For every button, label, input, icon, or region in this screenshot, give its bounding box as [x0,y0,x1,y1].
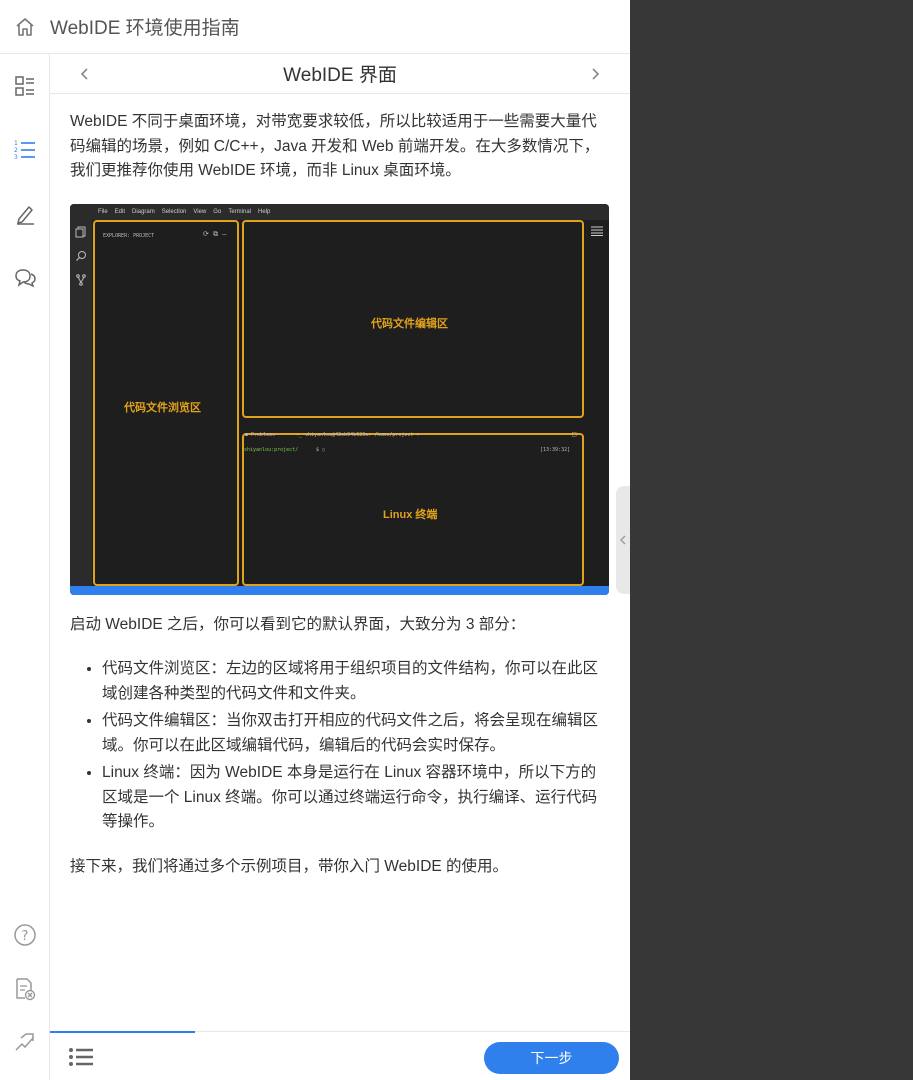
intro-paragraph: WebIDE 不同于桌面环境，对带宽要求较低，所以比较适用于一些需要大量代码编辑… [70,113,600,179]
exit-button[interactable] [0,1022,50,1062]
list-item: 代码文件编辑区：当你双击打开相应的代码文件之后，将会呈现在编辑区域。你可以在此区… [102,709,610,758]
outline-icon [591,226,603,236]
chevron-left-icon [80,67,88,80]
webide-screenshot: File Edit Diagram Selection View Go Term… [70,203,609,595]
list-item: 代码文件浏览区：左边的区域将用于组织项目的文件结构，你可以在此区域创建各种类型的… [102,657,610,706]
svg-text:2: 2 [14,147,18,154]
next-chapter-button[interactable] [560,54,630,94]
editor-zone-label: 代码文件编辑区 [371,317,448,330]
menu-item: Selection [161,208,187,215]
chapter-title: WebIDE 界面 [283,65,397,86]
menu-item: View [193,208,207,215]
source-control-icon [76,273,86,286]
chapter-bar: WebIDE 界面 [50,54,630,94]
lesson-content: WebIDE 不同于桌面环境，对带宽要求较低，所以比较适用于一些需要大量代码编辑… [70,110,610,899]
home-icon [16,17,34,36]
svg-text:1: 1 [14,140,18,147]
status-counts: ⊗0 ⚠0 [74,587,89,595]
chevron-left-icon [620,535,626,545]
menu-item: Go [213,208,222,215]
terminal-time: [13:39:32] [540,446,571,453]
exit-icon [15,1033,34,1051]
files-icon [75,226,86,237]
next-step-button[interactable]: 下一步 [484,1042,619,1074]
status-icons: 🔔 ▢ [584,587,596,595]
search-icon [76,250,86,261]
help-icon: ? [14,924,36,946]
toc-list-icon [69,1048,93,1066]
comments-icon [15,269,36,288]
contents-button[interactable] [0,66,50,106]
contents-icon [15,76,34,96]
menu-item: Diagram [132,208,155,215]
menu-item: Edit [114,208,126,215]
left-rail: 1 2 3 ? [0,54,50,1080]
top-header: WebIDE 环境使用指南 [0,0,630,54]
home-button[interactable] [0,0,50,54]
notes-button[interactable] [0,194,50,234]
report-button[interactable] [0,969,50,1009]
collapse-panel-handle[interactable] [616,486,630,594]
terminal-prompt-user: shiyanlou:project/ [244,446,299,453]
terminal-tab: ›_ shiyanlou@42eb94b623e: /home/project … [296,431,420,438]
outro-paragraph: 接下来，我们将通过多个示例项目，带你入门 WebIDE 的使用。 [70,857,509,875]
report-icon [16,978,36,1001]
svg-text:?: ? [22,929,29,944]
toc-button[interactable] [68,1046,96,1070]
menu-item: Terminal [228,208,251,215]
terminal-zone-label: Linux 终端 [383,508,438,521]
help-button[interactable]: ? [0,915,50,955]
menu-item: File [98,208,108,215]
terminal-prompt-symbol: $ ▯ [316,446,326,453]
list-item: Linux 终端：因为 WebIDE 本身是运行在 Linux 容器环境中，所以… [102,761,610,835]
guide-panel: WebIDE 环境使用指南 1 2 3 ? WebIDE 界面 WebIDE 不… [0,0,630,1080]
maximize-panel-icon: □ [572,429,577,438]
figure-activity-bar [70,219,92,586]
steps-button[interactable]: 1 2 3 [0,130,50,170]
numbered-list-icon: 1 2 3 [14,140,35,161]
guide-title: WebIDE 环境使用指南 [50,18,240,39]
bottom-bar: 下一步 [50,1031,630,1080]
svg-text:3: 3 [14,154,18,161]
parts-list: 代码文件浏览区：左边的区域将用于组织项目的文件结构，你可以在此区域创建各种类型的… [70,657,610,835]
explorer-zone-label: 代码文件浏览区 [124,401,201,414]
chevron-right-icon [592,67,600,80]
discussion-button[interactable] [0,258,50,298]
prev-chapter-button[interactable] [50,54,120,94]
edit-icon [17,206,34,225]
progress-bar [50,1031,195,1033]
lead-paragraph: 启动 WebIDE 之后，你可以看到它的默认界面，大致分为 3 部分： [70,615,526,633]
figure-statusbar: ⊗0 ⚠0 🔔 ▢ [70,585,609,595]
menu-item: Help [258,208,271,215]
figure-menubar: File Edit Diagram Selection View Go Term… [70,203,609,220]
